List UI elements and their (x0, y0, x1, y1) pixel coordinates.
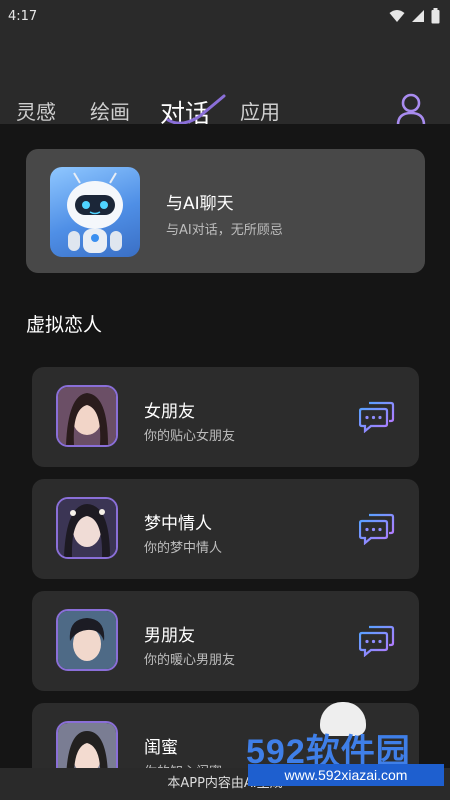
signal-icon (412, 10, 424, 22)
contact-name: 男朋友 (144, 626, 195, 646)
contact-girlfriend[interactable]: 女朋友 你的贴心女朋友 (32, 367, 419, 467)
contact-dream-lover[interactable]: 梦中情人 你的梦中情人 (32, 479, 419, 579)
contact-boyfriend[interactable]: 男朋友 你的暖心男朋友 (32, 591, 419, 691)
ai-chat-card[interactable]: 与AI聊天 与AI对话，无所顾忌 (26, 149, 425, 273)
robot-icon (67, 172, 123, 253)
contact-desc: 你的梦中情人 (144, 541, 223, 556)
robot-avatar (50, 167, 140, 257)
ai-card-subtitle: 与AI对话，无所顾忌 (166, 223, 283, 238)
contact-desc: 你的贴心女朋友 (144, 429, 236, 444)
status-bar: 4:17 (0, 0, 450, 32)
contact-name: 梦中情人 (144, 514, 212, 534)
status-time: 4:17 (8, 8, 38, 24)
chat-bubble-icon[interactable] (359, 623, 395, 657)
avatar (56, 497, 118, 559)
wifi-icon (389, 10, 405, 22)
top-nav: 灵感 绘画 对话 应用 (0, 32, 450, 128)
watermark-url: www.592xiazai.com (248, 764, 444, 786)
active-tab-indicator-icon (166, 94, 226, 125)
contact-name: 闺蜜 (144, 738, 178, 758)
tab-inspiration[interactable]: 灵感 (16, 96, 56, 125)
avatar (56, 385, 118, 447)
watermark: 592软件园 www.592xiazai.com (240, 700, 450, 796)
contact-desc: 你的暖心男朋友 (144, 653, 236, 668)
section-title: 虚拟恋人 (26, 314, 103, 336)
chat-bubble-icon[interactable] (359, 399, 395, 433)
profile-icon[interactable] (396, 92, 426, 126)
contact-name: 女朋友 (144, 402, 195, 422)
tab-painting[interactable]: 绘画 (90, 96, 130, 125)
battery-icon (431, 8, 440, 24)
ai-card-title: 与AI聊天 (166, 194, 234, 214)
main-content: 与AI聊天 与AI对话，无所顾忌 虚拟恋人 女朋友 你的贴心女朋友 梦中情人 你… (0, 124, 450, 800)
chat-bubble-icon[interactable] (359, 511, 395, 545)
avatar (56, 609, 118, 671)
status-icons (389, 8, 440, 24)
tab-apps[interactable]: 应用 (240, 96, 280, 125)
